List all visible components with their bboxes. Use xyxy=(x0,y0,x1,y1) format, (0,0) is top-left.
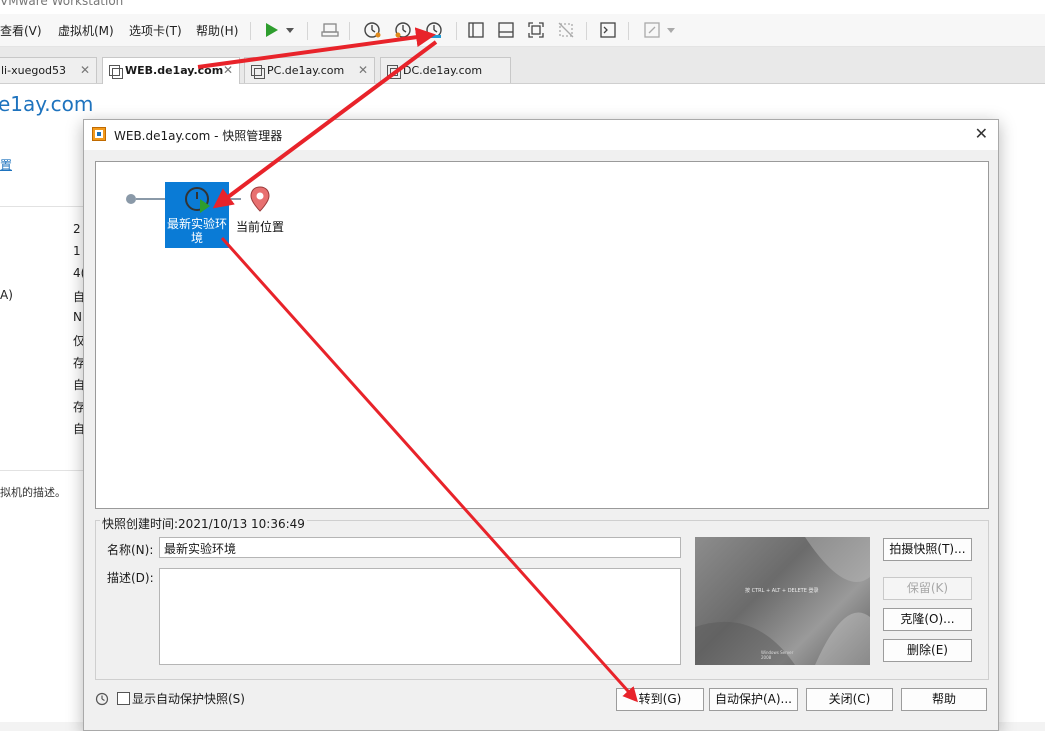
dialog-title-bar: WEB.de1ay.com - 快照管理器 ✕ xyxy=(84,120,998,150)
help-button[interactable]: 帮助 xyxy=(901,688,987,711)
snapshot-manager-icon[interactable] xyxy=(424,20,444,40)
show-library-icon[interactable] xyxy=(466,20,486,40)
snapshot-label: 最新实验环境 xyxy=(166,217,227,245)
keep-button[interactable]: 保留(K) xyxy=(883,577,972,600)
stretch-dropdown-icon[interactable] xyxy=(664,20,678,40)
toolbar-separator xyxy=(307,22,308,40)
take-snapshot-button[interactable]: 拍摄快照(T)... xyxy=(883,538,972,561)
location-pin-icon xyxy=(250,186,270,212)
show-thumbnail-bar-icon[interactable] xyxy=(496,20,516,40)
snapshot-tree-canvas[interactable]: 最新实验环境 当前位置 xyxy=(95,161,989,509)
autoprotect-clock-icon xyxy=(95,692,109,706)
vm-icon xyxy=(251,65,265,79)
play-dropdown-icon[interactable] xyxy=(283,20,297,40)
menu-help[interactable]: 帮助(H) xyxy=(196,22,238,39)
toolbar-separator xyxy=(250,22,251,40)
menu-vm[interactable]: 虚拟机(M) xyxy=(58,22,114,39)
menu-view[interactable]: 查看(V) xyxy=(0,22,42,39)
snapshot-created-time: 快照创建时间:2021/10/13 10:36:49 xyxy=(100,515,307,532)
snapshot-node[interactable]: 最新实验环境 xyxy=(165,182,229,248)
device-label: A) xyxy=(0,288,13,302)
menu-tabs[interactable]: 选项卡(T) xyxy=(129,22,182,39)
menubar: 查看(V) 虚拟机(M) 选项卡(T) 帮助(H) xyxy=(0,14,1045,47)
thumbnail-windows-logo: Windows Server 2008 xyxy=(761,650,794,660)
full-screen-icon[interactable] xyxy=(526,20,546,40)
close-icon[interactable]: ✕ xyxy=(358,63,368,77)
snapshot-manager-dialog: WEB.de1ay.com - 快照管理器 ✕ 最新实验环境 当前位置 快照创建… xyxy=(83,119,999,731)
take-snapshot-icon[interactable] xyxy=(362,20,382,40)
window-title-bar: VMware Workstation xyxy=(0,0,1045,14)
snapshot-name-field[interactable]: 最新实验环境 xyxy=(159,537,681,558)
tab-label: WEB.de1ay.com xyxy=(125,64,224,77)
toolbar-separator xyxy=(628,22,629,40)
tab-pc[interactable]: PC.de1ay.com ✕ xyxy=(244,57,375,83)
play-icon[interactable] xyxy=(261,20,281,40)
vm-tab-bar: li-xuegod53 ✕ WEB.de1ay.com ✕ PC.de1ay.c… xyxy=(0,47,1045,84)
vmware-icon xyxy=(92,127,106,141)
toolbar-separator xyxy=(349,22,350,40)
tab-label: PC.de1ay.com xyxy=(267,64,345,77)
name-label: 名称(N): xyxy=(107,543,154,557)
divider xyxy=(0,470,90,471)
snapshot-description-field[interactable] xyxy=(159,568,681,665)
window-title: VMware Workstation xyxy=(0,0,124,8)
send-ctrl-alt-del-icon[interactable] xyxy=(320,20,340,40)
edit-settings-link[interactable]: 置 xyxy=(0,156,12,173)
description-label: 描述(D): xyxy=(107,571,154,585)
autoprotect-button[interactable]: 自动保护(A)... xyxy=(709,688,798,711)
vm-icon xyxy=(387,65,401,79)
tab-label: DC.de1ay.com xyxy=(403,64,483,77)
vm-icon xyxy=(109,65,123,79)
tab-li-xuegod53[interactable]: li-xuegod53 ✕ xyxy=(0,57,97,83)
close-icon[interactable]: ✕ xyxy=(80,63,90,77)
console-view-icon[interactable] xyxy=(598,20,618,40)
toolbar-separator xyxy=(586,22,587,40)
vm-description: 拟机的描述。 xyxy=(0,486,66,499)
snapshot-clock-icon xyxy=(185,187,210,213)
device-value: 2 xyxy=(73,222,81,236)
device-value: N xyxy=(73,310,82,324)
dialog-title: WEB.de1ay.com - 快照管理器 xyxy=(114,129,283,143)
tab-label: li-xuegod53 xyxy=(1,64,67,77)
tab-dc[interactable]: DC.de1ay.com xyxy=(380,57,511,83)
clone-button[interactable]: 克隆(O)... xyxy=(883,608,972,631)
close-button[interactable]: 关闭(C) xyxy=(806,688,893,711)
unity-mode-icon[interactable] xyxy=(556,20,576,40)
stretch-guest-icon[interactable] xyxy=(642,20,662,40)
revert-snapshot-icon[interactable] xyxy=(393,20,413,40)
vm-name-heading: e1ay.com xyxy=(0,92,94,116)
delete-button[interactable]: 删除(E) xyxy=(883,639,972,662)
close-icon[interactable]: ✕ xyxy=(975,124,988,143)
thumbnail-background xyxy=(695,537,870,665)
device-value: 1 xyxy=(73,244,81,258)
snapshot-thumbnail: 按 CTRL + ALT + DELETE 登录 Windows Server … xyxy=(695,537,870,665)
tab-web[interactable]: WEB.de1ay.com ✕ xyxy=(102,57,240,84)
divider xyxy=(0,206,90,207)
thumbnail-login-text: 按 CTRL + ALT + DELETE 登录 xyxy=(745,588,819,594)
close-icon[interactable]: ✕ xyxy=(223,63,233,77)
current-location-label: 当前位置 xyxy=(236,220,285,234)
show-autoprotect-label[interactable]: 显示自动保护快照(S) xyxy=(132,690,245,707)
show-autoprotect-checkbox[interactable] xyxy=(117,692,130,705)
toolbar-separator xyxy=(456,22,457,40)
goto-button[interactable]: 转到(G) xyxy=(616,688,704,711)
